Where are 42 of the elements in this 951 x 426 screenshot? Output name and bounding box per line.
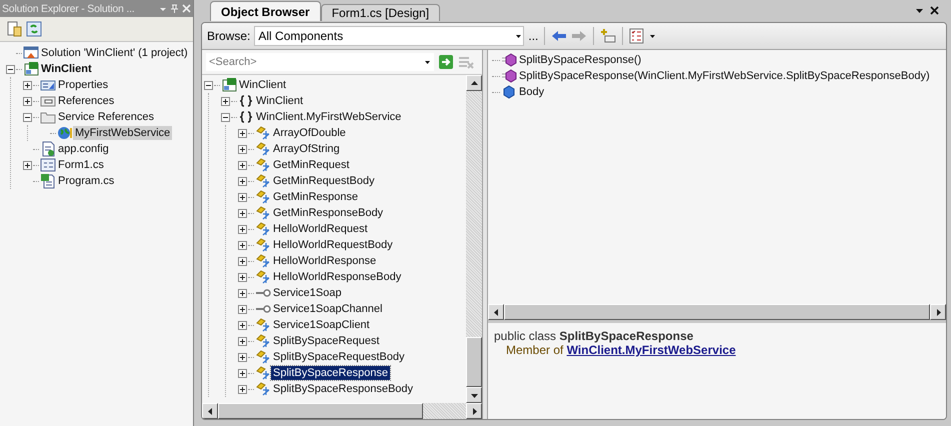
tree-item[interactable]: HelloWorldResponse bbox=[271, 254, 378, 268]
tree-item[interactable]: SplitBySpaceResponse bbox=[271, 366, 390, 380]
tree-item[interactable]: GetMinResponseBody bbox=[271, 206, 386, 220]
browse-dropdown[interactable]: All Components bbox=[254, 26, 524, 46]
panel-title: Solution Explorer - Solution ... bbox=[2, 2, 136, 14]
document-tab[interactable]: Object Browser bbox=[210, 1, 321, 21]
tree-item[interactable]: WinClient bbox=[254, 94, 306, 108]
tree-item[interactable]: WinClient bbox=[237, 78, 288, 92]
tree-item[interactable]: Solution 'WinClient' (1 project) bbox=[39, 46, 190, 60]
tree-item[interactable]: Service1Soap bbox=[271, 286, 344, 300]
tree-item[interactable]: Service1SoapClient bbox=[271, 318, 372, 332]
tree-item[interactable]: MyFirstWebService bbox=[73, 126, 172, 140]
tree-item[interactable]: Properties bbox=[56, 78, 110, 92]
member-item[interactable]: SplitBySpaceResponse(WinClient.MyFirstWebService.SplitBySpaceResponseBody) bbox=[517, 69, 932, 83]
tree-item[interactable]: SplitBySpaceRequest bbox=[271, 334, 382, 348]
member-item[interactable]: SplitBySpaceResponse() bbox=[517, 53, 644, 67]
tree-item[interactable]: HelloWorldRequestBody bbox=[271, 238, 395, 252]
tree-item[interactable]: ArrayOfDouble bbox=[271, 126, 348, 140]
tree-item[interactable]: GetMinRequest bbox=[271, 158, 352, 172]
tree-item[interactable]: HelloWorldRequest bbox=[271, 222, 370, 236]
tree-item[interactable]: WinClient.MyFirstWebService bbox=[254, 110, 404, 124]
tree-item[interactable]: Service1SoapChannel bbox=[271, 302, 384, 316]
more-button[interactable]: ... bbox=[528, 29, 538, 43]
document-tab[interactable]: Form1.cs [Design] bbox=[320, 4, 440, 21]
tree-item[interactable]: GetMinResponse bbox=[271, 190, 360, 204]
tree-item[interactable]: Service References bbox=[56, 110, 156, 124]
namespace-link[interactable]: WinClient.MyFirstWebService bbox=[566, 343, 736, 357]
tree-item[interactable]: app.config bbox=[56, 142, 111, 156]
tree-item[interactable]: SplitBySpaceRequestBody bbox=[271, 350, 406, 364]
tree-item[interactable]: ArrayOfString bbox=[271, 142, 342, 156]
member-item[interactable]: Body bbox=[517, 85, 546, 99]
class-declaration: public class SplitBySpaceResponse bbox=[494, 329, 694, 343]
tree-item[interactable]: HelloWorldResponseBody bbox=[271, 270, 404, 284]
tree-item[interactable]: WinClient bbox=[39, 62, 94, 76]
tree-item[interactable]: Form1.cs bbox=[56, 158, 106, 172]
tree-item[interactable]: Program.cs bbox=[56, 174, 116, 188]
tree-item[interactable]: SplitBySpaceResponseBody bbox=[271, 382, 416, 396]
search-field[interactable]: <Search> bbox=[206, 53, 421, 71]
browse-label: Browse: bbox=[207, 29, 250, 43]
tree-item[interactable]: References bbox=[56, 94, 116, 108]
member-of-text: Member of bbox=[506, 343, 564, 357]
tree-item[interactable]: GetMinRequestBody bbox=[271, 174, 376, 188]
